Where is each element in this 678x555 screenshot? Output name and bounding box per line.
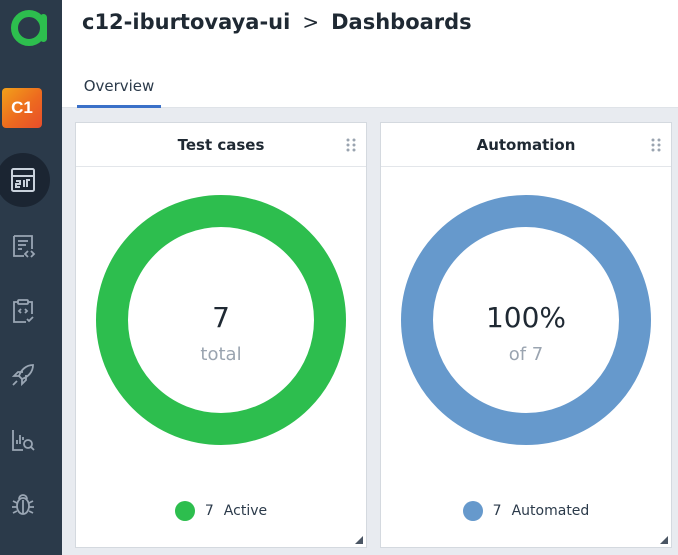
widget-percent-value: 100% <box>485 301 567 334</box>
sidebar-item-test-plans[interactable] <box>0 284 50 338</box>
sidebar-item-dashboards[interactable] <box>0 153 50 207</box>
resize-handle-icon[interactable] <box>355 536 363 544</box>
widget-title: Test cases <box>177 135 265 154</box>
widget-legend[interactable]: 7 Active <box>76 501 366 521</box>
breadcrumb-separator: > <box>302 10 320 34</box>
widget-header: Automation <box>381 123 671 167</box>
resize-handle-icon[interactable] <box>660 536 668 544</box>
legend-dot <box>174 501 195 521</box>
sidebar-item-test-cases[interactable] <box>0 219 50 273</box>
widget-total-label: total <box>200 344 242 365</box>
widget-header: Test cases <box>76 123 366 167</box>
test-cases-icon <box>13 235 36 258</box>
sidebar-item-analytics[interactable] <box>0 413 50 467</box>
sidebar: C1 <box>0 0 62 555</box>
page-title: Dashboards <box>331 10 472 34</box>
legend-count: 7 <box>492 503 502 519</box>
legend-dot <box>462 501 483 521</box>
breadcrumb-project[interactable]: c12-iburtovaya-ui <box>82 10 290 34</box>
drag-handle-icon[interactable] <box>651 137 661 153</box>
defects-icon <box>12 494 34 515</box>
legend-label: Active <box>223 503 268 519</box>
app-logo-icon[interactable] <box>0 4 62 52</box>
test-plan-icon <box>13 299 34 323</box>
widget-percent-label: of 7 <box>508 344 544 365</box>
widget-title: Automation <box>476 135 576 154</box>
widget-legend[interactable]: 7 Automated <box>381 501 671 521</box>
drag-handle-icon[interactable] <box>346 137 356 153</box>
analytics-icon <box>12 430 35 451</box>
page-header: c12-iburtovaya-ui > Dashboards Overview <box>62 0 678 108</box>
widget-automation: Automation 100% of 7 7 Automated <box>380 122 672 548</box>
widget-total-value: 7 <box>212 301 230 334</box>
breadcrumb: c12-iburtovaya-ui > Dashboards <box>82 10 472 34</box>
project-badge[interactable]: C1 <box>2 88 42 128</box>
sidebar-item-defects[interactable] <box>0 477 50 531</box>
widget-test-cases: Test cases 7 total 7 Active <box>75 122 367 548</box>
tab-overview[interactable]: Overview <box>77 70 161 108</box>
legend-label: Automated <box>511 503 590 519</box>
sidebar-item-launches[interactable] <box>0 348 50 402</box>
legend-count: 7 <box>204 503 214 519</box>
dashboard-icon <box>11 168 35 192</box>
launches-icon <box>11 364 34 387</box>
